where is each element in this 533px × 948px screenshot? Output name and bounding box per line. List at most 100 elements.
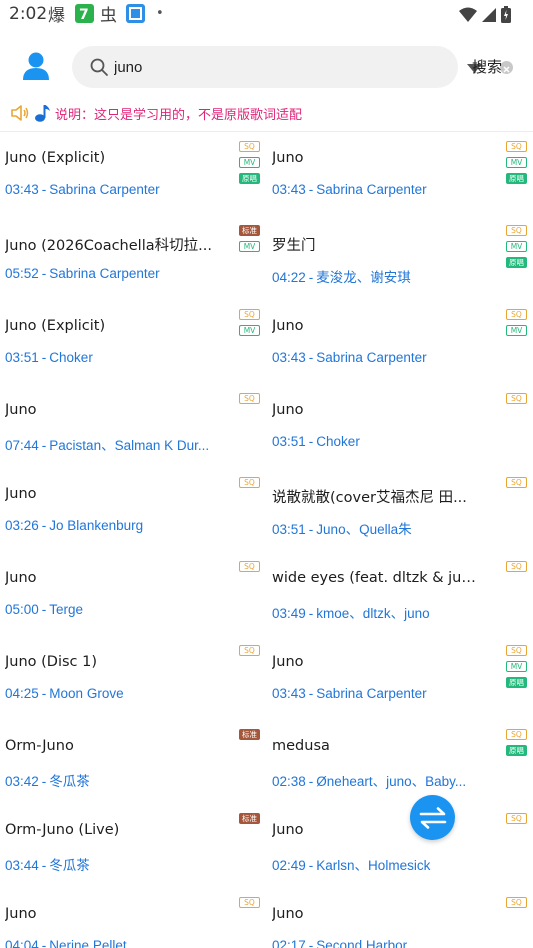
quality-badges: 标准 MV	[239, 225, 260, 252]
song-artist[interactable]: 冬瓜茶	[49, 858, 90, 873]
quality-badges: SQ MV 原唱	[506, 225, 527, 268]
quality-badges: SQ MV 原唱	[239, 141, 260, 184]
song-artist[interactable]: 麦浚龙、谢安琪	[316, 270, 411, 285]
sq-badge: SQ	[239, 645, 260, 656]
mv-badge: MV	[506, 241, 527, 252]
song-artist[interactable]: Nerine Pellet	[49, 938, 126, 948]
song-title: Juno (Explicit)	[5, 318, 106, 334]
switch-fab-button[interactable]	[410, 795, 455, 840]
swap-arrows-icon	[419, 806, 446, 829]
status-dot: •	[156, 6, 164, 21]
song-item[interactable]: Juno (2026Coachella科切拉... 05:52- Sabrina C…	[0, 216, 266, 300]
song-artist[interactable]: Sabrina Carpenter	[49, 182, 159, 197]
song-artist[interactable]: Choker	[316, 434, 360, 449]
meta-separator: -	[308, 774, 314, 789]
song-item[interactable]: Juno 03:43- Sabrina Carpenter SQ MV	[267, 300, 533, 384]
song-item[interactable]: Orm-Juno 03:42- 冬瓜茶 标准	[0, 720, 266, 804]
song-duration: 04:04	[5, 938, 39, 948]
sq-badge: SQ	[239, 561, 260, 572]
song-item[interactable]: Juno 02:49- Karlsn、Holmesick SQ	[267, 804, 533, 888]
song-item[interactable]: Juno 05:00- Terge SQ	[0, 552, 266, 636]
song-title: Juno	[272, 402, 304, 418]
song-title: Juno	[5, 402, 37, 418]
song-artist[interactable]: Second Harbor	[316, 938, 407, 948]
song-artist[interactable]: Choker	[49, 350, 93, 365]
song-item[interactable]: Juno (Explicit) 03:51- Choker SQ MV	[0, 300, 266, 384]
song-meta: 05:52- Sabrina Carpenter	[5, 266, 220, 281]
song-meta: 03:51- Choker	[272, 434, 487, 449]
song-artist[interactable]: Sabrina Carpenter	[316, 686, 426, 701]
song-title: Juno (Disc 1)	[5, 654, 98, 670]
song-item[interactable]: wide eyes (feat. dltzk & juno) 03:49- kmoe…	[267, 552, 533, 636]
song-artist[interactable]: Sabrina Carpenter	[316, 182, 426, 197]
app-page: 2:02 爆 7 虫 • juno 搜索 说明：这只是学习用的，不是原版歌词适配…	[0, 0, 533, 948]
song-artist[interactable]: Øneheart、juno、Baby...	[316, 774, 466, 789]
song-meta: 02:17- Second Harbor	[272, 938, 487, 948]
meta-separator: -	[41, 350, 47, 365]
song-row: Juno 05:00- Terge SQ wide eyes (feat. dltzk …	[0, 552, 533, 636]
song-meta: 03:43- Sabrina Carpenter	[5, 182, 220, 197]
meta-separator: -	[308, 350, 314, 365]
song-title: Juno	[5, 570, 37, 586]
weibo-icon: 爆	[48, 6, 65, 25]
song-title: wide eyes (feat. dltzk & juno)	[272, 570, 482, 586]
sq-badge: SQ	[239, 309, 260, 320]
song-row: Juno 07:44- Pacistan、Salman K Dur... SQ Juno…	[0, 384, 533, 468]
song-artist[interactable]: kmoe、dltzk、juno	[316, 606, 429, 621]
yc-badge: 原唱	[506, 677, 527, 688]
svg-text:7: 7	[79, 7, 89, 23]
song-item[interactable]: medusa 02:38- Øneheart、juno、Baby... SQ 原唱	[267, 720, 533, 804]
song-row: Juno (Explicit) 03:43- Sabrina Carpenter SQ…	[0, 132, 533, 216]
song-item[interactable]: Juno 07:44- Pacistan、Salman K Dur... SQ	[0, 384, 266, 468]
song-duration: 05:00	[5, 602, 39, 617]
song-item[interactable]: Juno 03:51- Choker SQ	[267, 384, 533, 468]
quality-badges: SQ	[506, 897, 527, 908]
search-input[interactable]	[114, 56, 384, 78]
meta-separator: -	[308, 522, 314, 537]
song-duration: 03:44	[5, 858, 39, 873]
song-item[interactable]: Juno (Disc 1) 04:25- Moon Grove SQ	[0, 636, 266, 720]
song-item[interactable]: Juno 03:43- Sabrina Carpenter SQ MV 原唱	[267, 636, 533, 720]
song-duration: 03:51	[5, 350, 39, 365]
meta-separator: -	[308, 606, 314, 621]
song-title: Orm-Juno (Live)	[5, 822, 120, 838]
song-artist[interactable]: Sabrina Carpenter	[49, 266, 159, 281]
meta-separator: -	[41, 518, 47, 533]
song-title: Juno	[272, 150, 304, 166]
quality-badges: SQ	[239, 477, 260, 488]
meta-separator: -	[41, 602, 47, 617]
mv-badge: MV	[239, 325, 260, 336]
meta-separator: -	[308, 938, 314, 948]
song-artist[interactable]: Sabrina Carpenter	[316, 350, 426, 365]
song-item[interactable]: Juno 03:43- Sabrina Carpenter SQ MV 原唱	[267, 132, 533, 216]
song-item[interactable]: Orm-Juno (Live) 03:44- 冬瓜茶 标准	[0, 804, 266, 888]
meta-separator: -	[41, 686, 47, 701]
song-artist[interactable]: Terge	[49, 602, 83, 617]
song-artist[interactable]: Juno、Quella朱	[316, 522, 411, 537]
song-artist[interactable]: Moon Grove	[49, 686, 123, 701]
song-meta: 03:26- Jo Blankenburg	[5, 518, 220, 533]
meta-separator: -	[41, 938, 47, 948]
yc-badge: 原唱	[506, 173, 527, 184]
seven-app-icon: 7	[75, 4, 94, 23]
song-artist[interactable]: Karlsn、Holmesick	[316, 858, 430, 873]
song-item[interactable]: Juno 02:17- Second Harbor SQ	[267, 888, 533, 948]
song-item[interactable]: Juno 04:04- Nerine Pellet SQ	[0, 888, 266, 948]
bz-badge: 标准	[239, 729, 260, 740]
music-note-icon	[35, 105, 50, 122]
song-meta: 07:44- Pacistan、Salman K Dur...	[5, 434, 220, 454]
song-artist[interactable]: 冬瓜茶	[49, 774, 90, 789]
song-item[interactable]: Juno 03:26- Jo Blankenburg SQ	[0, 468, 266, 552]
search-button[interactable]: 搜索	[472, 56, 502, 77]
user-avatar-icon[interactable]	[20, 50, 52, 82]
song-item[interactable]: 说散就散(cover艾福杰尼 田... 03:51- Juno、Quella朱 SQ	[267, 468, 533, 552]
song-item[interactable]: Juno (Explicit) 03:43- Sabrina Carpenter SQ…	[0, 132, 266, 216]
song-duration: 04:22	[272, 270, 306, 285]
song-title: 说散就散(cover艾福杰尼 田...	[272, 490, 467, 506]
song-meta: 03:43- Sabrina Carpenter	[272, 686, 487, 701]
song-artist[interactable]: Pacistan、Salman K Dur...	[49, 438, 209, 453]
song-row: Juno 03:26- Jo Blankenburg SQ 说散就散(cover艾福杰…	[0, 468, 533, 552]
song-artist[interactable]: Jo Blankenburg	[49, 518, 143, 533]
search-bar[interactable]	[72, 46, 513, 88]
song-item[interactable]: 罗生门 04:22- 麦浚龙、谢安琪 SQ MV 原唱	[267, 216, 533, 300]
